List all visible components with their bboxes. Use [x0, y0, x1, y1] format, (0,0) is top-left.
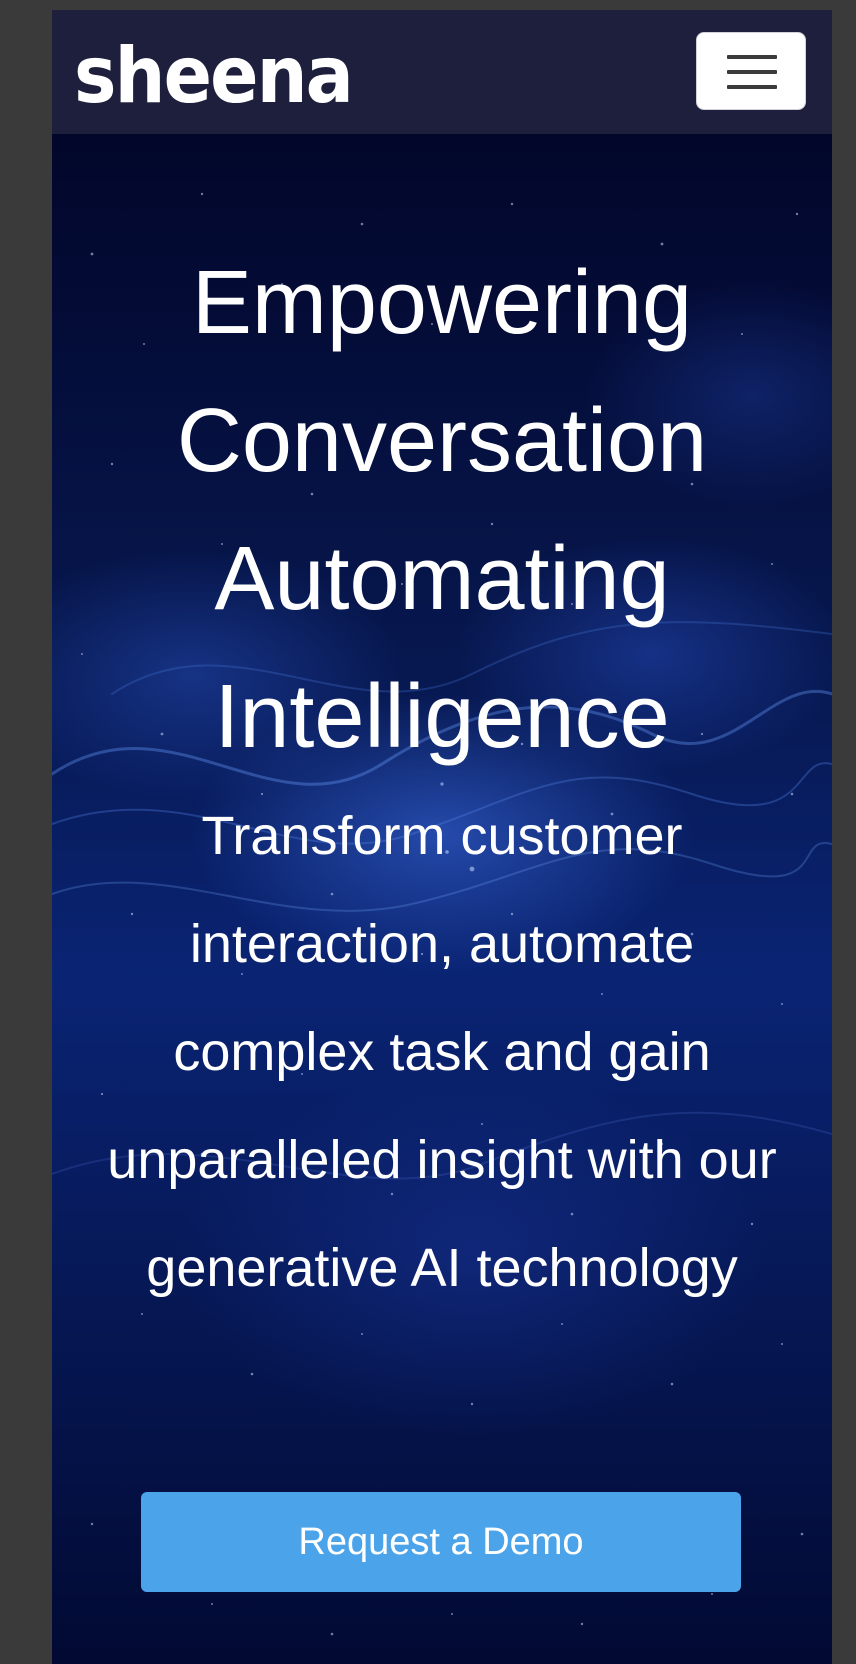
- logo-text: sheena: [74, 44, 352, 104]
- navbar: sheena: [52, 10, 832, 134]
- page-frame: sheena Empowering Conversation Automatin…: [52, 10, 832, 1664]
- hamburger-menu-button[interactable]: [696, 32, 806, 110]
- logo: sheena: [74, 44, 354, 104]
- logo-link[interactable]: sheena: [74, 44, 354, 104]
- hero-headline: Empowering Conversation Automating Intel…: [176, 253, 708, 767]
- hero-section: Empowering Conversation Automating Intel…: [52, 134, 832, 1664]
- hero-subtitle: Transform customer interaction, automate…: [107, 806, 777, 1298]
- request-demo-button[interactable]: Request a Demo: [141, 1492, 741, 1592]
